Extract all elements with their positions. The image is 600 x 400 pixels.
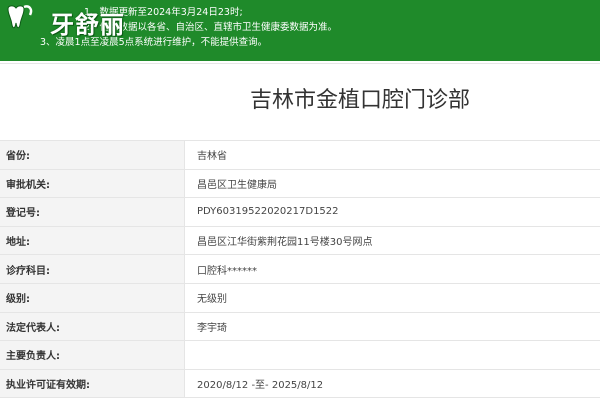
table-row: 省份: 吉林省: [0, 140, 600, 170]
row-label: 省份:: [0, 140, 185, 170]
row-value: [184, 340, 600, 370]
row-value: 无级别: [184, 282, 600, 313]
table-row: 主要负责人:: [0, 340, 600, 370]
row-value: 吉林省: [184, 140, 600, 170]
table-row: 登记号: PDY60319522020217D1522: [0, 197, 600, 227]
row-label: 级别:: [0, 282, 185, 313]
table-row: 级别: 无级别: [0, 282, 600, 313]
row-label: 审批机关:: [0, 168, 185, 199]
tooth-icon: [2, 3, 36, 37]
row-label: 地址:: [0, 225, 185, 256]
table-row: 审批机关: 昌邑区卫生健康局: [0, 168, 600, 199]
table-row: 地址: 昌邑区江华街紫荆花园11号楼30号网点: [0, 225, 600, 256]
page-title: 吉林市金植口腔门诊部: [249, 88, 470, 113]
table-row: 法定代表人: 李宇琦: [0, 311, 600, 342]
row-value: 昌邑区江华街紫荆花园11号楼30号网点: [184, 225, 600, 256]
logo: 牙舒丽: [2, 2, 140, 39]
page: 1、数据更新至2024年3月24日23时; 2、信息数据以各省、自治区、直辖市卫…: [0, 0, 600, 400]
row-label: 法定代表人:: [0, 311, 185, 342]
row-label: 诊疗科目:: [0, 254, 185, 284]
logo-text: 牙舒丽: [50, 9, 125, 39]
row-value: 李宇琦: [184, 311, 600, 342]
row-value: 昌邑区卫生健康局: [184, 168, 600, 199]
table-row: 执业许可证有效期: 2020/8/12 -至- 2025/8/12: [0, 368, 600, 399]
row-label: 执业许可证有效期:: [0, 368, 185, 399]
row-value: PDY60319522020217D1522: [184, 197, 600, 227]
table-row: 诊疗科目: 口腔科******: [0, 254, 600, 284]
info-table: 省份: 吉林省 审批机关: 昌邑区卫生健康局 登记号: PDY603195220…: [0, 140, 600, 399]
row-value: 2020/8/12 -至- 2025/8/12: [184, 368, 600, 399]
row-value: 口腔科******: [184, 254, 600, 284]
divider: [0, 63, 600, 64]
row-label: 主要负责人:: [0, 340, 185, 370]
row-label: 登记号:: [0, 197, 185, 227]
